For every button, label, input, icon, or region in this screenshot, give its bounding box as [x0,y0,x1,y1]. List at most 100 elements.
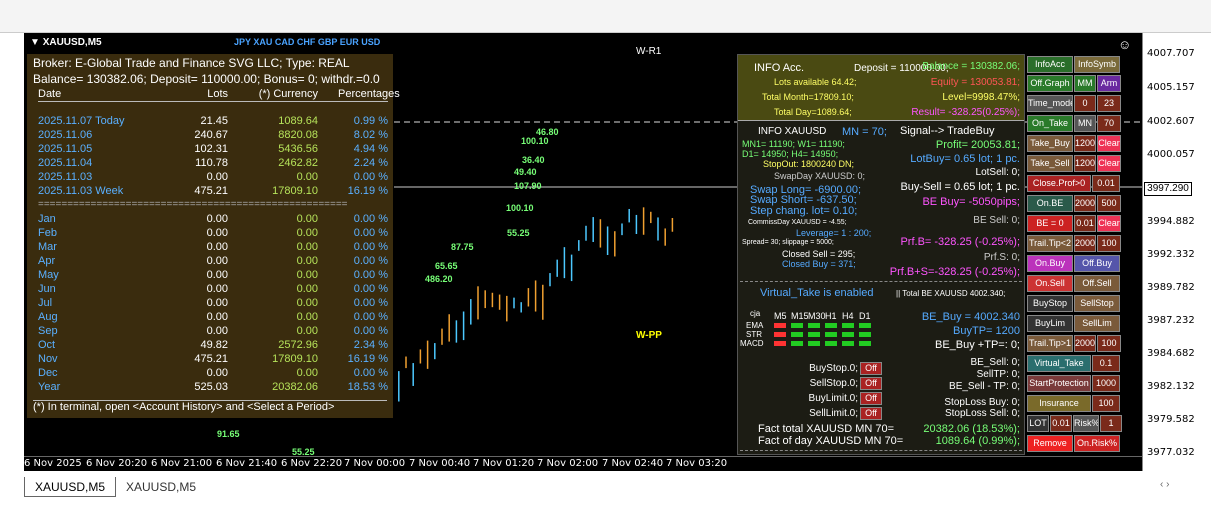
control-button[interactable]: Close.Prof>0 [1027,175,1091,192]
control-button[interactable]: Virtual_Take [1027,355,1091,372]
control-button[interactable]: MM [1074,75,1096,92]
day-row: 2025.11.03 0.00 0.00 0.00 % [38,171,392,185]
control-button[interactable]: 70 [1097,115,1121,132]
cell: 2.24 % [353,157,388,169]
month-row: Jun 0.00 0.00 0.00 % [38,283,392,297]
cell: 102.31 [194,143,228,155]
indicator-cell [774,332,786,337]
cell: 0.00 % [353,269,388,281]
control-button[interactable]: SellLim [1074,315,1120,332]
cell: 2.34 % [353,339,388,351]
control-button[interactable]: 2000 [1074,235,1096,252]
info-text: 1089.64 (0.99%); [935,435,1020,447]
cell: 20382.06 [272,381,318,393]
control-button[interactable]: 0.01 [1050,415,1072,432]
control-button[interactable]: Trail.Tip>1 [1027,335,1073,352]
control-button[interactable]: Clear [1097,135,1121,152]
cell: Aug [38,311,58,323]
cell: 525.03 [194,381,228,393]
control-button[interactable]: 0 [1074,95,1096,112]
control-button[interactable]: 1200 [1074,135,1096,152]
control-button[interactable]: 2000 [1074,195,1096,212]
indicator-cell [791,341,803,346]
broker-line: Broker: E-Global Trade and Finance SVG L… [33,56,350,70]
control-button[interactable]: On_Take [1027,115,1073,132]
time-label: 7 Nov 01:20 [473,458,535,469]
control-button[interactable]: 1 [1100,415,1122,432]
indicator-cell [825,332,837,337]
dropdown-icon[interactable]: ▼ [30,37,43,48]
trade-label: 87.75 [451,242,474,252]
smiley-icon[interactable]: ☺ [1118,37,1131,52]
control-button[interactable]: InfoSymb [1074,56,1120,73]
cell: Feb [38,227,57,239]
control-button[interactable]: Off.Buy [1074,255,1120,272]
control-button[interactable]: Remove [1027,435,1073,452]
cell: 18.53 % [347,381,388,393]
control-button[interactable]: 100 [1092,395,1120,412]
control-button[interactable]: InfoAcc [1027,56,1073,73]
cell: 5436.56 [278,143,318,155]
cell: Apr [38,255,56,267]
control-button[interactable]: 100 [1097,235,1121,252]
off-button[interactable]: Off [860,362,882,375]
indicator-cell [774,323,786,328]
day-row: 2025.11.03 Week 475.21 17809.10 16.19 % [38,185,392,199]
control-button[interactable]: MN [1074,115,1096,132]
cell: Jan [38,213,56,225]
trade-label: 100.10 [506,203,534,213]
control-button[interactable]: 100 [1097,335,1121,352]
control-button[interactable]: 0.01 [1092,175,1120,192]
tab-xauusd-m5-2[interactable]: XAUUSD,M5 [116,477,206,497]
control-button[interactable]: SellStop [1074,295,1120,312]
control-button[interactable]: On.Sell [1027,275,1073,292]
indicator-cell [842,323,854,328]
control-button[interactable]: On.Buy [1027,255,1073,272]
day-row: 2025.11.07 Today 21.45 1089.64 0.99 % [38,115,392,129]
info-text: Fact total XAUUSD MN 70= [758,423,895,435]
control-button[interactable]: Clear [1097,155,1121,172]
chart-tabs: XAUUSD,M5 XAUUSD,M5 ‹ › [0,471,1211,515]
trade-label: 65.65 [435,261,458,271]
control-button[interactable]: On.Risk% [1074,435,1120,452]
control-button[interactable]: 2000 [1074,335,1096,352]
cell: 16.19 % [347,185,388,197]
control-button[interactable]: Off.Sell [1074,275,1120,292]
control-button[interactable]: 0.01 [1074,215,1096,232]
cell: 0.00 [206,227,228,239]
control-button[interactable]: 1200 [1074,155,1096,172]
tab-xauusd-m5-1[interactable]: XAUUSD,M5 [24,477,117,497]
price-label: 3982.132 [1147,381,1195,392]
info-text: CommissDay XAUUSD = -4.55; [748,219,847,226]
indicator-cell [825,341,837,346]
control-button[interactable]: Clear [1097,215,1121,232]
control-button[interactable]: On.BE [1027,195,1073,212]
indicator-cell [842,332,854,337]
info-text: Total Day=1089.64; [774,107,852,117]
control-button[interactable]: Trail.Tip<2 [1027,235,1073,252]
off-button[interactable]: Off [860,377,882,390]
tab-scroll-icons[interactable]: ‹ › [1160,479,1169,490]
cell: 0.00 % [353,213,388,225]
control-button[interactable]: BE = 0 [1027,215,1073,232]
control-button[interactable]: BuyStop [1027,295,1073,312]
control-button[interactable]: 500 [1097,195,1121,212]
control-button[interactable]: 0.1 [1092,355,1120,372]
control-button[interactable]: Risk% [1073,415,1099,432]
control-button[interactable]: LOT [1027,415,1049,432]
control-button[interactable]: Take_Sell [1027,155,1073,172]
control-button[interactable]: BuyLim [1027,315,1073,332]
control-button[interactable]: 23 [1097,95,1121,112]
cell: 2462.82 [278,157,318,169]
trade-label: 91.65 [217,429,240,439]
control-button[interactable]: 1000 [1092,375,1120,392]
control-button[interactable]: Arm [1097,75,1121,92]
control-button[interactable]: Take_Buy [1027,135,1073,152]
month-row: Year 525.03 20382.06 18.53 % [38,381,392,395]
day-row: 2025.11.06 240.67 8820.08 8.02 % [38,129,392,143]
control-button[interactable]: Insurance [1027,395,1091,412]
cell: 21.45 [200,115,228,127]
control-button[interactable]: StartProtection [1027,375,1091,392]
control-button[interactable]: Off.Graph [1027,75,1073,92]
control-button[interactable]: Time_mode [1027,95,1073,112]
